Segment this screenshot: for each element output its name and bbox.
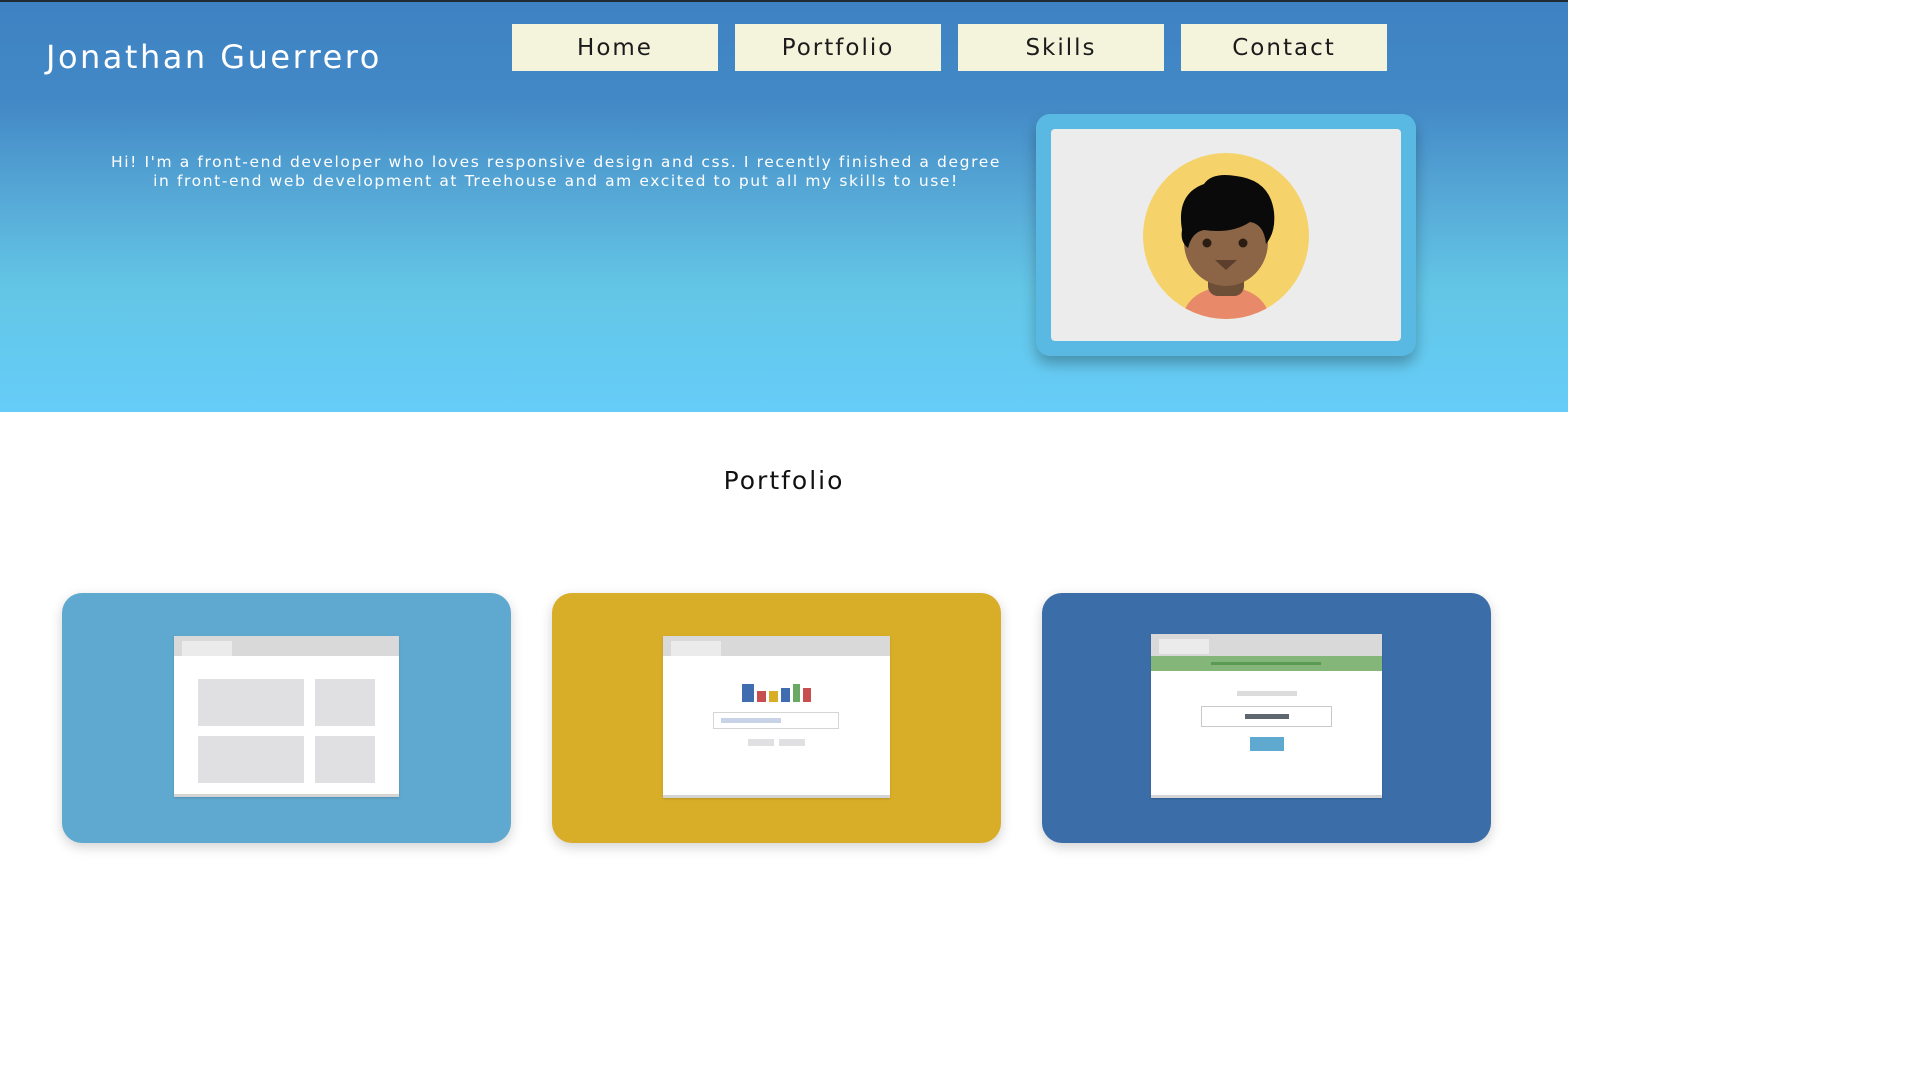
portfolio-title: Portfolio (723, 466, 845, 495)
page: Jonathan Guerrero Home Portfolio Skills … (0, 0, 1568, 869)
nav-contact-button[interactable]: Contact (1181, 24, 1387, 71)
intro-text: Hi! I'm a front-end developer who loves … (111, 153, 1001, 190)
portfolio-card-2[interactable] (552, 593, 1001, 843)
avatar-illustration-icon (1143, 153, 1309, 319)
hero-header: Jonathan Guerrero Home Portfolio Skills … (0, 0, 1568, 412)
main-nav: Home Portfolio Skills Contact (512, 24, 1387, 71)
chart-form-page-icon (663, 636, 890, 798)
nav-skills-button[interactable]: Skills (958, 24, 1164, 71)
portfolio-card-1[interactable] (62, 593, 511, 843)
login-form-page-icon (1151, 634, 1382, 798)
nav-home-button[interactable]: Home (512, 24, 718, 71)
avatar-panel (1051, 129, 1401, 341)
layout-grid-page-icon (174, 636, 399, 797)
portfolio-card-3[interactable] (1042, 593, 1491, 843)
site-brand[interactable]: Jonathan Guerrero (46, 38, 382, 76)
nav-portfolio-button[interactable]: Portfolio (735, 24, 941, 71)
avatar-card (1036, 114, 1416, 356)
